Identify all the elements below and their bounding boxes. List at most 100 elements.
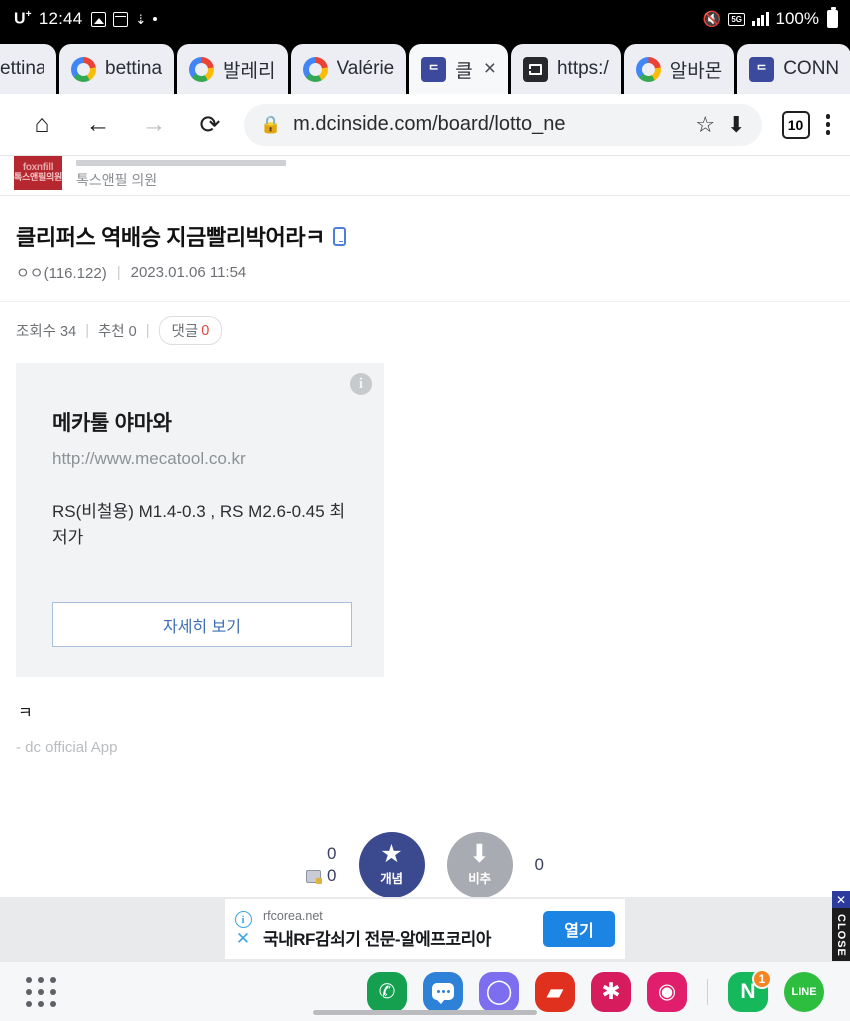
reload-icon[interactable]: ⟳ <box>182 110 238 140</box>
ad-open-button[interactable]: 열기 <box>543 911 615 947</box>
downvote-label: 비추 <box>468 871 491 886</box>
ad-url: http://www.mecatool.co.kr <box>52 449 246 468</box>
android-status-bar: U+ 12:44 ⇣ 🔇 5G 100% <box>0 0 850 38</box>
camera-glyph: ◉ <box>657 980 677 1003</box>
downvote-button[interactable]: ⬇ 비추 <box>446 832 513 897</box>
browser-tab-0[interactable]: ettina <box>0 44 56 94</box>
dock-divider <box>707 978 708 1005</box>
ad-cta-button[interactable]: 자세히 보기 <box>52 602 352 647</box>
advertiser-logo: foxnfill 톡스앤필의원 <box>14 156 62 190</box>
bookmark-star-icon[interactable]: ☆ <box>695 112 715 138</box>
post-stats: 조회수 34 | 추천 0 | 댓글 0 <box>0 301 850 345</box>
dcinside-favicon-icon: ᄃ <box>749 56 775 82</box>
tab-count-button[interactable]: 10 <box>781 110 810 139</box>
post-author[interactable]: ㅇㅇ(116.122) <box>16 262 107 283</box>
close-icon[interactable]: ✕ <box>832 891 850 908</box>
google-favicon-icon <box>71 56 96 82</box>
ad-close-tab[interactable]: ✕ CLOSE <box>832 891 850 963</box>
download-icon[interactable]: ⬇ <box>727 112 745 138</box>
forward-icon[interactable]: → <box>126 110 182 139</box>
sticky-ad-text: rfcorea.net 국내RF감쇠기 전문-알에프코리아 <box>263 909 535 950</box>
battery-percent: 100% <box>775 9 819 28</box>
sticky-ad-controls: i ✕ <box>231 911 255 947</box>
flower-app-icon[interactable]: ✱ <box>591 971 631 1012</box>
app-drawer-icon[interactable] <box>26 976 56 1007</box>
browser-tab-strip[interactable]: ettina bettina 발레리 Valérie ᄃ 클 × https:/… <box>0 38 850 94</box>
tab-label: 알바몬 <box>669 60 723 82</box>
arrow-down-icon: ⬇ <box>469 839 490 868</box>
browser-tab-3[interactable]: Valérie <box>290 44 407 94</box>
calendar-icon <box>113 11 129 27</box>
camera-app-icon[interactable]: ◉ <box>647 971 687 1012</box>
post-date: 2023.01.06 11:54 <box>130 264 247 281</box>
samsung-internet-app-icon[interactable]: ◯ <box>479 971 519 1012</box>
ad-info-icon[interactable]: i <box>350 373 372 395</box>
ad-brand-name: 메카툴 야마와 <box>52 412 172 435</box>
close-icon[interactable]: ✕ <box>236 930 250 947</box>
browser-tab-4-active[interactable]: ᄃ 클 × <box>409 44 508 94</box>
top-banner-ad[interactable]: foxnfill 톡스앤필의원 톡스앤필 의원 <box>0 156 850 196</box>
close-tab-label[interactable]: CLOSE <box>835 908 847 963</box>
close-icon[interactable]: × <box>484 57 496 81</box>
home-indicator[interactable] <box>313 1010 537 1015</box>
naver-app-icon[interactable]: N 1 <box>728 968 772 1012</box>
address-bar[interactable]: 🔒 m.dcinside.com/board/lotto_ne ☆ ⬇ <box>244 103 762 146</box>
post-meta: ㅇㅇ(116.122) | 2023.01.06 11:54 <box>0 252 850 283</box>
ad-domain: rfcorea.net <box>263 908 323 923</box>
google-favicon-icon <box>635 56 661 82</box>
post-signature: - dc official App <box>16 739 118 756</box>
phone-app-icon[interactable]: ✆ <box>367 971 407 1012</box>
mute-icon: 🔇 <box>702 11 722 28</box>
google-favicon-icon <box>302 56 328 82</box>
inline-display-ad[interactable]: i 메카툴 야마와 http://www.mecatool.co.kr RS(비… <box>16 363 384 677</box>
browser-tab-7[interactable]: ᄃ CONN <box>737 44 850 94</box>
chat-bubble-glyph <box>432 983 454 1004</box>
top-ad-headline-placeholder <box>76 159 286 166</box>
notes-app-icon[interactable]: ▰ <box>535 971 575 1012</box>
url-text[interactable]: m.dcinside.com/board/lotto_ne <box>293 113 683 136</box>
signal-icon <box>752 12 769 26</box>
view-count: 조회수 34 <box>16 324 77 340</box>
sticky-bottom-ad[interactable]: i ✕ rfcorea.net 국내RF감쇠기 전문-알에프코리아 열기 <box>0 897 850 961</box>
tab-label: bettina <box>105 58 163 79</box>
status-bar-right: 🔇 5G 100% <box>702 7 838 29</box>
network-type-icon: 5G <box>728 12 746 26</box>
google-favicon-icon <box>189 56 215 82</box>
comment-count: 0 <box>201 322 210 339</box>
ad-info-icon[interactable]: i <box>234 911 252 928</box>
flower-glyph: ✱ <box>601 978 621 1004</box>
top-ad-advertiser: 톡스앤필 의원 <box>76 171 158 188</box>
overflow-menu-icon[interactable] <box>820 114 837 135</box>
vote-count-top: 0 <box>327 844 337 863</box>
browser-tab-1[interactable]: bettina <box>59 44 175 94</box>
home-icon[interactable]: ⌂ <box>14 110 70 139</box>
upvote-button[interactable]: ★ 개념 <box>358 832 425 897</box>
browser-toolbar: ⌂ ← → ⟳ 🔒 m.dcinside.com/board/lotto_ne … <box>0 94 850 156</box>
browser-tab-6[interactable]: 알바몬 <box>623 44 735 94</box>
tab-label: https:/ <box>556 58 609 79</box>
webpage-viewport[interactable]: foxnfill 톡스앤필의원 톡스앤필 의원 클리퍼스 역배승 지금빨리박어라… <box>0 156 850 897</box>
tab-label: 클 <box>455 60 473 82</box>
back-icon[interactable]: ← <box>70 110 126 139</box>
status-bar-left: U+ 12:44 ⇣ <box>14 9 158 29</box>
browser-tab-5[interactable]: https:/ <box>510 44 621 94</box>
mobile-post-icon <box>333 226 347 246</box>
comment-label: 댓글 <box>171 324 199 340</box>
meta-divider: | <box>85 322 89 339</box>
downvote-count: 0 <box>534 855 544 874</box>
line-app-icon[interactable]: LINE <box>784 971 824 1012</box>
sticky-ad-content[interactable]: i ✕ rfcorea.net 국내RF감쇠기 전문-알에프코리아 열기 <box>225 899 625 959</box>
meta-divider: | <box>145 322 150 339</box>
meta-divider: | <box>116 264 121 281</box>
messages-app-icon[interactable] <box>423 971 463 1012</box>
star-icon: ★ <box>380 839 403 868</box>
phone-screen: U+ 12:44 ⇣ 🔇 5G 100% ettina bettina 발레리 <box>0 0 850 1021</box>
browser-tab-2[interactable]: 발레리 <box>177 44 288 94</box>
tab-label: Valérie <box>336 58 395 79</box>
lock-icon: 🔒 <box>260 114 282 134</box>
carrier-label: U+ <box>14 9 32 28</box>
post-body: ㅋ <box>18 705 33 722</box>
line-glyph: LINE <box>791 985 817 998</box>
tab-label: CONN <box>783 58 840 79</box>
comment-count-badge[interactable]: 댓글 0 <box>158 316 223 345</box>
